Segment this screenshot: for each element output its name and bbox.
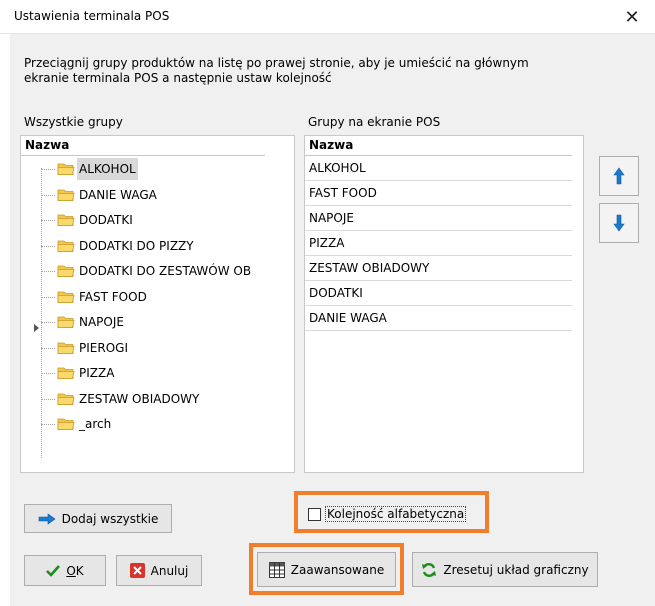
tree-guide bbox=[41, 169, 55, 170]
folder-icon bbox=[57, 240, 75, 252]
move-up-button[interactable] bbox=[599, 156, 639, 196]
folder-icon bbox=[57, 189, 75, 201]
tree-guide bbox=[41, 424, 55, 425]
tree-guide bbox=[41, 245, 55, 247]
arrow-right-icon bbox=[38, 512, 56, 525]
folder-icon bbox=[57, 393, 75, 405]
tree-item[interactable]: PIEROGI bbox=[21, 337, 281, 359]
tree-item[interactable]: _arch bbox=[21, 413, 281, 435]
folder-icon bbox=[57, 316, 75, 328]
advanced-button[interactable]: Zaawansowane bbox=[257, 552, 396, 587]
tree-item-label: NAPOJE bbox=[79, 315, 124, 329]
title-bar: Ustawienia terminala POS ✕ bbox=[0, 0, 655, 34]
tree-guide bbox=[41, 296, 55, 298]
instructions-text: Przeciągnij grupy produktów na listę po … bbox=[24, 56, 584, 86]
instructions-line-1: Przeciągnij grupy produktów na listę po … bbox=[24, 56, 529, 70]
tree-item-label: FAST FOOD bbox=[79, 289, 147, 304]
tree-item[interactable]: ALKOHOL bbox=[21, 158, 281, 180]
tree-item-label: DODATKI DO PIZZY bbox=[79, 238, 194, 253]
tree-item[interactable]: DODATKI DO ZESTAWÓW OB bbox=[21, 260, 281, 282]
tree-item[interactable]: DODATKI bbox=[21, 209, 281, 231]
pos-list-item[interactable]: PIZZA bbox=[305, 231, 572, 256]
tree-item-label: DODATKI DO ZESTAWÓW OB bbox=[79, 264, 252, 278]
tree-item[interactable]: PIZZA bbox=[21, 362, 281, 384]
tree-guide bbox=[41, 220, 55, 221]
folder-icon bbox=[57, 291, 75, 303]
tree-guide bbox=[41, 398, 55, 400]
close-icon: ✕ bbox=[624, 6, 640, 28]
tree-item[interactable]: FAST FOOD bbox=[21, 286, 281, 308]
pos-list-item[interactable]: DANIE WAGA bbox=[305, 306, 572, 331]
all-groups-label: Wszystkie grupy bbox=[24, 115, 123, 129]
pos-list-item[interactable]: NAPOJE bbox=[305, 206, 572, 231]
tree-item-label: ALKOHOL bbox=[77, 158, 138, 180]
folder-icon bbox=[57, 265, 75, 277]
dialog-client: Przeciągnij grupy produktów na listę po … bbox=[10, 34, 655, 606]
tree-item[interactable]: DODATKI DO PIZZY bbox=[21, 235, 281, 257]
tree-guide bbox=[41, 194, 55, 196]
grid-icon bbox=[268, 561, 285, 578]
folder-icon bbox=[57, 342, 75, 354]
add-all-label: Dodaj wszystkie bbox=[61, 511, 159, 526]
add-all-button[interactable]: Dodaj wszystkie bbox=[24, 504, 172, 533]
pos-list-item[interactable]: ALKOHOL bbox=[305, 156, 572, 181]
cancel-button[interactable]: Anuluj bbox=[116, 555, 202, 586]
tree-item-label: _arch bbox=[79, 417, 112, 431]
arrow-up-icon bbox=[613, 167, 625, 185]
all-groups-column-header[interactable]: Nazwa bbox=[21, 136, 265, 156]
tree-item-label: DODATKI bbox=[79, 213, 133, 227]
pos-list-item[interactable]: DODATKI bbox=[305, 281, 572, 306]
checkmark-icon bbox=[46, 564, 61, 577]
pos-settings-dialog: Ustawienia terminala POS ✕ Przeciągnij g… bbox=[0, 0, 655, 606]
refresh-icon bbox=[422, 562, 437, 577]
tree-guide bbox=[41, 322, 55, 323]
reset-layout-label: Zresetuj układ graficzny bbox=[443, 562, 589, 577]
tree-guide bbox=[41, 271, 55, 272]
folder-icon bbox=[57, 418, 75, 430]
pos-list-item[interactable]: ZESTAW OBIADOWY bbox=[305, 256, 572, 281]
ok-label: OK bbox=[66, 563, 84, 578]
pos-list-item[interactable]: FAST FOOD bbox=[305, 181, 572, 206]
tree-item-label: DANIE WAGA bbox=[79, 187, 157, 202]
move-down-button[interactable] bbox=[599, 203, 639, 243]
pos-groups-list[interactable]: Nazwa ALKOHOL FAST FOOD NAPOJE PIZZA ZESTAW … bbox=[304, 135, 584, 473]
folder-icon bbox=[57, 214, 75, 226]
folder-icon bbox=[57, 163, 75, 175]
tree-item-label: ZESTAW OBIADOWY bbox=[79, 391, 200, 406]
alphabetical-order-label: Kolejność alfabetyczna bbox=[325, 506, 467, 522]
tree-guide bbox=[41, 347, 55, 349]
tree-item[interactable]: NAPOJE bbox=[21, 311, 281, 333]
cancel-x-icon bbox=[129, 563, 145, 578]
pos-groups-label: Grupy na ekranie POS bbox=[308, 115, 441, 129]
ok-button[interactable]: OK bbox=[24, 555, 106, 586]
window-title: Ustawienia terminala POS bbox=[14, 9, 170, 23]
tree-guide bbox=[41, 373, 55, 374]
tree-item[interactable]: ZESTAW OBIADOWY bbox=[21, 388, 281, 410]
alphabetical-order-checkbox[interactable]: Kolejność alfabetyczna bbox=[308, 506, 467, 522]
pos-rows: ALKOHOL FAST FOOD NAPOJE PIZZA ZESTAW OBIADO… bbox=[305, 156, 583, 331]
advanced-label: Zaawansowane bbox=[290, 562, 385, 577]
instructions-line-2: ekranie terminala POS a następnie ustaw … bbox=[24, 71, 332, 85]
tree-item[interactable]: DANIE WAGA bbox=[21, 184, 281, 206]
checkbox-box[interactable] bbox=[308, 507, 321, 521]
cancel-label: Anuluj bbox=[150, 563, 189, 578]
pos-groups-column-header[interactable]: Nazwa bbox=[305, 136, 572, 156]
arrow-down-icon bbox=[613, 214, 625, 232]
tree-item-label: PIZZA bbox=[79, 366, 115, 380]
folder-icon bbox=[57, 367, 75, 379]
tree-item-label: PIEROGI bbox=[79, 340, 128, 355]
close-button[interactable]: ✕ bbox=[609, 0, 655, 34]
all-groups-tree[interactable]: Nazwa ALKOHOL DANIE WAGA DODATKI DODATKI DO… bbox=[20, 135, 295, 473]
reset-layout-button[interactable]: Zresetuj układ graficzny bbox=[412, 552, 598, 587]
